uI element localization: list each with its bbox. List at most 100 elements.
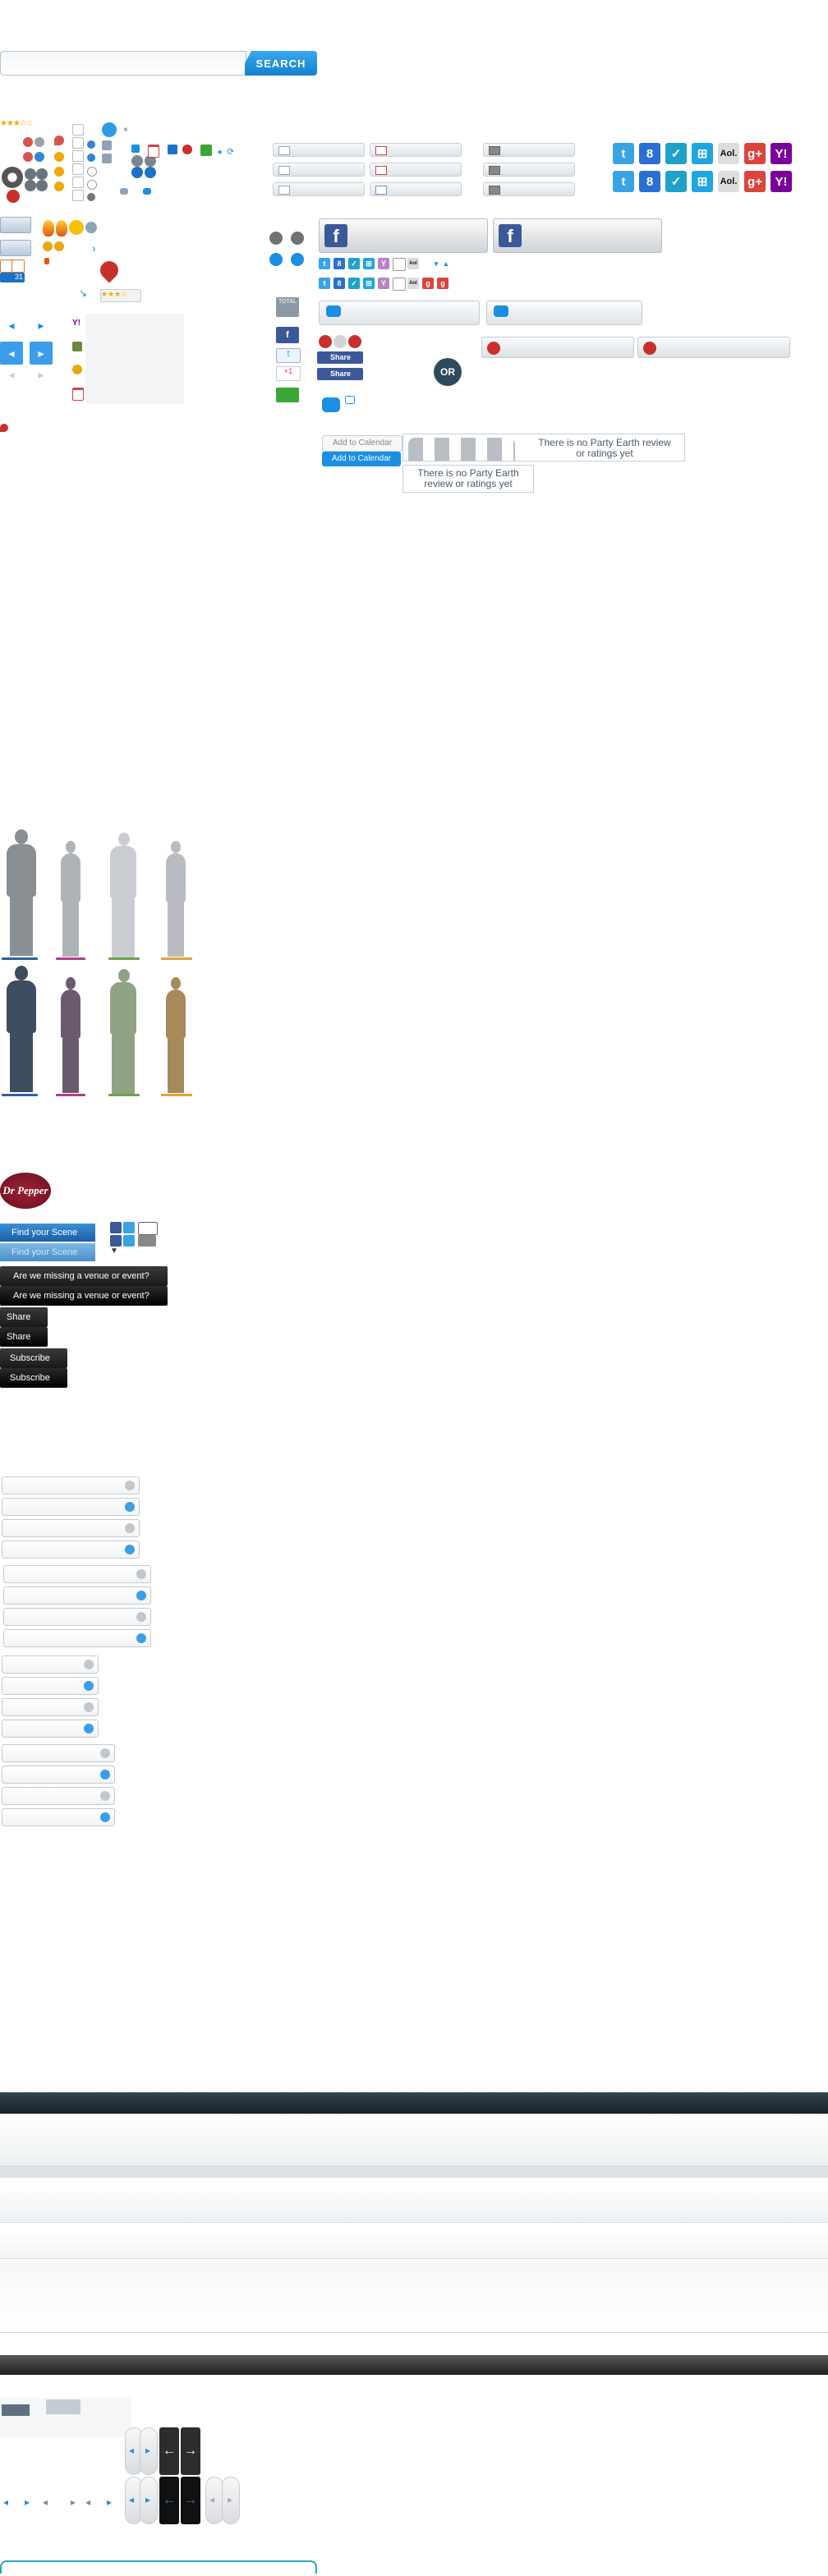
plus-circle-icon-3[interactable] [131, 167, 143, 178]
rating-bar[interactable] [481, 337, 634, 358]
rating-gray-icon[interactable] [334, 335, 347, 348]
check-icon-2[interactable]: ✓ [665, 171, 687, 192]
rating-red-icon[interactable] [319, 335, 332, 348]
calendar-mini-icon[interactable] [72, 388, 84, 401]
twitter-small-icon-2[interactable] [123, 1235, 135, 1247]
facebook-small-icon[interactable] [110, 1222, 122, 1233]
yahoo-mini-icon-2[interactable]: Y [378, 258, 389, 269]
expand-down-button[interactable] [0, 217, 31, 233]
triangle-down-icon[interactable]: ▾ [432, 258, 440, 269]
subscribe-button[interactable]: Subscribe [0, 1348, 67, 1368]
dropdown-field-4[interactable] [2, 1541, 140, 1559]
aol-mini-icon[interactable]: Aol [407, 258, 419, 269]
comment-bar[interactable] [319, 301, 480, 325]
calendar-bar-1[interactable] [370, 143, 462, 157]
comment-icon[interactable] [143, 188, 151, 195]
rating-bar-2[interactable] [637, 337, 790, 358]
pager-next-icon-2[interactable]: ▸ [71, 2496, 76, 2508]
person-woman-1[interactable] [54, 841, 87, 961]
play-icon[interactable] [168, 145, 177, 154]
checkbox-icon-5[interactable] [72, 177, 84, 188]
twitter-small-icon[interactable] [123, 1222, 135, 1233]
person-man-2[interactable] [105, 833, 141, 961]
person-small-icon[interactable] [138, 1235, 156, 1247]
dropdown-field-16[interactable] [2, 1808, 115, 1826]
prev-gray-icon[interactable] [269, 232, 283, 245]
search-button[interactable]: SEARCH [245, 51, 317, 76]
arrow-right-disabled-button[interactable]: ▸ [30, 368, 53, 388]
record-icon[interactable] [182, 145, 192, 154]
dropdown-field-9[interactable] [2, 1655, 99, 1674]
blue-corner-arrow-icon[interactable]: ↘ [79, 287, 87, 299]
pager-prev-icon-2[interactable]: ◂ [43, 2496, 48, 2508]
help-icon[interactable] [34, 152, 44, 162]
dropdown-field-11[interactable] [2, 1698, 99, 1716]
plus-circle-icon-4[interactable] [145, 167, 156, 178]
dropdown-field-1[interactable] [2, 1476, 140, 1495]
checkbox-icon-2[interactable] [72, 137, 84, 149]
x-icon[interactable]: × [123, 126, 131, 135]
share-green-icon[interactable] [200, 145, 212, 156]
mail-bar-1[interactable] [273, 143, 365, 157]
pager-prev-icon-3[interactable]: ◂ [85, 2496, 90, 2508]
twitter-icon[interactable]: t [613, 143, 634, 164]
radio-icon[interactable] [87, 167, 97, 177]
calendar-bar-2[interactable] [370, 163, 462, 177]
mail-mini-icon-3[interactable] [393, 278, 406, 291]
comment-icon-2[interactable] [120, 188, 128, 195]
windows-mini-icon-2[interactable]: ⊞ [363, 278, 375, 289]
arrow-icon[interactable] [131, 145, 140, 153]
thumb-icon-2[interactable] [46, 2399, 80, 2414]
check-mini-icon[interactable]: ✓ [348, 258, 360, 269]
remove-icon[interactable] [7, 190, 20, 203]
facebook-connect-button-2[interactable]: f [493, 218, 662, 253]
pager-next-icon-3[interactable]: ▸ [107, 2496, 112, 2508]
twitter-icon-2[interactable]: t [613, 171, 634, 192]
facebook-small-icon-2[interactable] [110, 1235, 122, 1247]
google-mini-icon[interactable]: 8 [334, 258, 345, 269]
dropdown-field-12[interactable] [2, 1720, 99, 1738]
dark-next-arrow-2[interactable]: → [181, 2477, 200, 2524]
dark-next-arrow[interactable]: → [181, 2427, 200, 2475]
dropdown-field-8[interactable] [3, 1629, 151, 1647]
chevron-right-icon-2[interactable]: › [92, 241, 96, 255]
check-circle-icon[interactable] [102, 122, 117, 137]
missing-venue-hover-button[interactable]: Are we missing a venue or event? [0, 1286, 168, 1306]
dark-prev-arrow[interactable]: ← [159, 2427, 179, 2475]
check-mini-icon-2[interactable]: ✓ [348, 278, 360, 289]
arrow-left-button[interactable]: ◂ [0, 319, 23, 338]
input-outline-bar[interactable] [0, 2560, 317, 2574]
pager-prev-icon[interactable]: ◂ [3, 2496, 8, 2508]
dropdown-field-13[interactable] [2, 1744, 115, 1762]
triangle-up-icon[interactable]: ▴ [442, 258, 450, 269]
search-input[interactable] [0, 51, 246, 76]
google-icon-2[interactable]: 8 [639, 171, 660, 192]
arrow-left-active-button[interactable]: ◂ [0, 342, 23, 365]
arrow-left-icon[interactable]: ◂ [217, 146, 225, 157]
person-man-4[interactable] [105, 969, 141, 1097]
windows-icon[interactable]: ⊞ [692, 143, 713, 164]
gplus-mini-icon-2[interactable]: g [437, 278, 448, 289]
carousel-prev-arrow-3[interactable]: ◂ [205, 2477, 223, 2524]
person-man-3[interactable] [2, 966, 41, 1097]
print-bar-3[interactable] [483, 182, 575, 196]
dropdown-field-3[interactable] [2, 1519, 140, 1537]
yahoo-mini-icon[interactable]: Y! [72, 319, 82, 328]
map-marker-icon[interactable] [96, 257, 122, 283]
google-plus-icon-2[interactable]: g+ [744, 171, 766, 192]
arrow-right-button[interactable]: ▸ [30, 319, 53, 338]
google-plus-icon[interactable]: g+ [744, 143, 766, 164]
twitter-mini-icon-2[interactable]: t [319, 278, 330, 289]
twitter-rail-icon[interactable]: t [276, 348, 301, 363]
check-icon[interactable]: ✓ [665, 143, 687, 164]
add-to-calendar-active-button[interactable]: Add to Calendar [322, 452, 401, 466]
fb-share-button[interactable]: Share [317, 351, 363, 364]
facebook-rail-icon[interactable]: f [276, 327, 299, 343]
mail-small-icon[interactable] [138, 1222, 158, 1235]
mail-mini-icon-2[interactable] [393, 258, 406, 271]
chat-bubble-icon[interactable] [322, 397, 340, 412]
print-bar-1[interactable] [483, 143, 575, 157]
next-blue-icon[interactable] [291, 253, 304, 266]
arrow-right-active-button[interactable]: ▸ [30, 342, 53, 365]
prev-blue-icon[interactable] [269, 253, 283, 266]
